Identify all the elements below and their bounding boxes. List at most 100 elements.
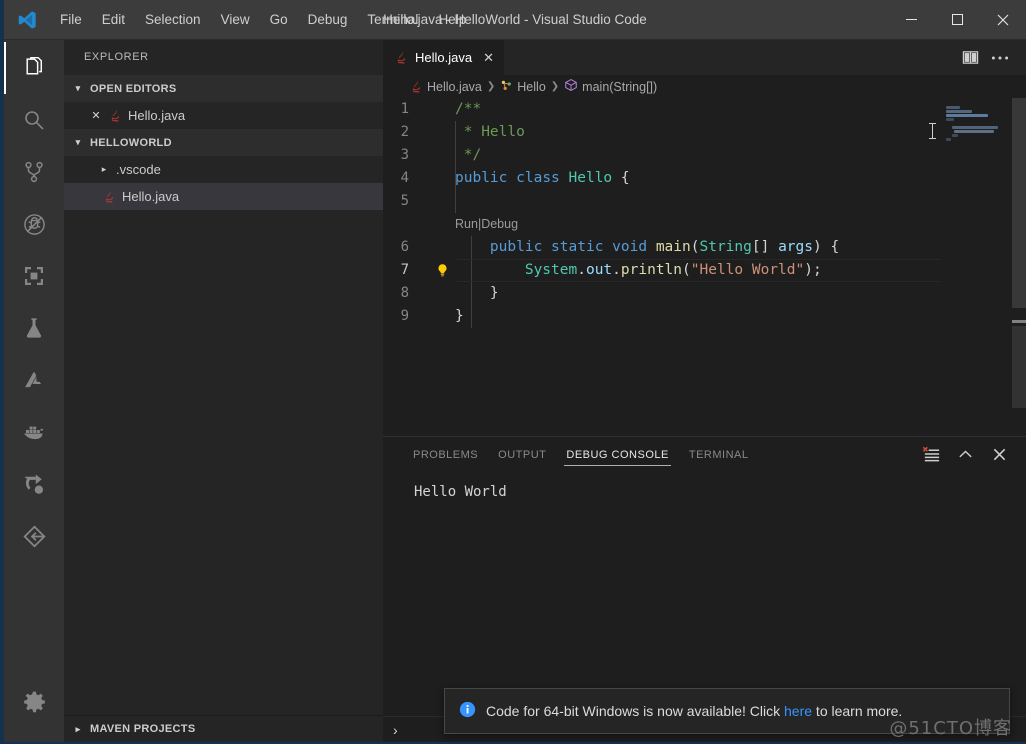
panel-expand-chevron[interactable]: › [383, 722, 398, 738]
line-number: 9 [400, 308, 409, 324]
code-line[interactable]: 8 } [383, 282, 1026, 305]
breadcrumb-label: Hello.java [427, 79, 482, 94]
sidebar-item-search[interactable] [4, 94, 64, 146]
open-editor-label: Hello.java [128, 108, 186, 123]
lightbulb-icon[interactable] [429, 263, 455, 278]
code-line[interactable]: 3 */ [383, 144, 1026, 167]
section-maven-projects[interactable]: ▸ MAVEN PROJECTS [64, 715, 383, 742]
code-line[interactable]: 5 [383, 190, 1026, 213]
scrollbar-marker [1012, 320, 1026, 323]
sidebar-item-source-control[interactable] [4, 146, 64, 198]
minimap[interactable] [940, 98, 1012, 436]
debug-console-output[interactable]: Hello World [383, 472, 1026, 716]
code-lines[interactable]: 1/** 2 * Hello 3 */4 public class Hello {5 … [383, 98, 1026, 436]
sidebar-item-extensions[interactable] [4, 250, 64, 302]
code-text: } [455, 282, 499, 305]
split-editor-icon[interactable] [956, 40, 984, 75]
line-number: 8 [400, 285, 409, 301]
code-token: public [489, 239, 543, 255]
tab-hello-java[interactable]: Hello.java ✕ [383, 40, 505, 75]
code-token: * Hello [455, 124, 525, 140]
tree-item-vscode-folder[interactable]: ▸ .vscode [64, 156, 383, 183]
ellipsis-icon[interactable] [986, 40, 1014, 75]
maximize-icon[interactable] [934, 0, 980, 40]
editor-scrollbar[interactable] [1012, 98, 1026, 436]
code-text: */ [455, 144, 481, 167]
sidebar-item-docker[interactable] [4, 406, 64, 458]
menu-item-file[interactable]: File [50, 0, 92, 40]
section-workspace-helloworld[interactable]: ▾ HELLOWORLD [64, 129, 383, 156]
manage-settings-button[interactable] [4, 676, 64, 728]
section-open-editors[interactable]: ▾ OPEN EDITORS [64, 75, 383, 102]
close-icon[interactable] [984, 437, 1014, 472]
menu-item-debug[interactable]: Debug [298, 0, 358, 40]
notification-link[interactable]: here [784, 703, 812, 719]
java-file-icon [409, 79, 423, 95]
notification-text: Code for 64-bit Windows is now available… [486, 703, 902, 719]
code-text: * Hello [455, 121, 525, 144]
code-line[interactable]: 2 * Hello [383, 121, 1026, 144]
menu-item-selection[interactable]: Selection [135, 0, 211, 40]
tab-problems[interactable]: PROBLEMS [403, 437, 488, 472]
editor-group: Hello.java ✕ Hello.java ❯ Hello ❯ main(S… [383, 40, 1026, 742]
line-number: 3 [400, 147, 409, 163]
code-line[interactable]: 6 public static void main(String[] args)… [383, 236, 1026, 259]
line-number: 2 [400, 124, 409, 140]
tree-item-label: Hello.java [122, 189, 180, 204]
code-text: } [455, 305, 464, 328]
tab-debug-console[interactable]: DEBUG CONSOLE [556, 437, 678, 472]
code-token: . [612, 262, 621, 278]
gitlens-icon [22, 524, 47, 549]
codelens-run-action[interactable]: Run [455, 213, 478, 236]
close-icon[interactable]: ✕ [483, 50, 494, 66]
sidebar-title: EXPLORER [84, 51, 149, 63]
breadcrumb: Hello.java ❯ Hello ❯ main(String[]) [383, 75, 1026, 98]
code-line[interactable]: 7 System.out.println("Hello World"); [383, 259, 1026, 282]
sidebar-item-explorer[interactable] [4, 42, 64, 94]
tab-terminal[interactable]: TERMINAL [679, 437, 759, 472]
notification-text-before: Code for 64-bit Windows is now available… [486, 703, 785, 719]
sidebar-item-gitlens[interactable] [4, 510, 64, 562]
chevron-down-icon: ▾ [75, 137, 81, 147]
section-maven-label: MAVEN PROJECTS [90, 723, 196, 735]
codelens-debug-action[interactable]: Debug [481, 213, 518, 236]
line-number: 7 [400, 262, 409, 278]
sidebar-item-run-and-debug[interactable] [4, 198, 64, 250]
menu-item-help[interactable]: Help [428, 0, 476, 40]
open-editor-item-hello-java[interactable]: ✕ Hello.java [64, 102, 383, 129]
tree-item-hello-java[interactable]: Hello.java [64, 183, 383, 210]
menu-item-terminal[interactable]: Terminal [357, 0, 428, 40]
vscode-logo-icon [4, 0, 50, 40]
close-icon[interactable]: ✕ [90, 109, 102, 122]
tree-item-label: .vscode [116, 162, 161, 177]
breadcrumb-item-class[interactable]: Hello [500, 79, 546, 95]
code-line[interactable]: 4 public class Hello { [383, 167, 1026, 190]
minimize-icon[interactable] [888, 0, 934, 40]
breadcrumb-item-file[interactable]: Hello.java [409, 79, 482, 95]
sidebar-item-live-share[interactable] [4, 458, 64, 510]
menu-item-view[interactable]: View [211, 0, 260, 40]
code-line[interactable]: 1 /** [383, 98, 1026, 121]
menu-item-edit[interactable]: Edit [92, 0, 135, 40]
line-number: 5 [400, 193, 409, 209]
menu-item-go[interactable]: Go [260, 0, 298, 40]
breadcrumb-item-method[interactable]: main(String[]) [564, 78, 657, 95]
sidebar-item-test[interactable] [4, 302, 64, 354]
indent-guide [455, 121, 456, 213]
section-open-editors-label: OPEN EDITORS [90, 82, 177, 95]
tab-output[interactable]: OUTPUT [488, 437, 556, 472]
code-token: /** [455, 101, 482, 117]
chevron-up-icon[interactable] [950, 437, 980, 472]
editor-content[interactable]: 1/** 2 * Hello 3 */4 public class Hello {5 … [383, 98, 1026, 436]
code-line[interactable]: 9} [383, 305, 1026, 328]
clear-console-icon[interactable] [916, 437, 946, 472]
sidebar-item-azure[interactable] [4, 354, 64, 406]
close-icon[interactable] [980, 0, 1026, 40]
code-token: "Hello World" [690, 262, 805, 278]
